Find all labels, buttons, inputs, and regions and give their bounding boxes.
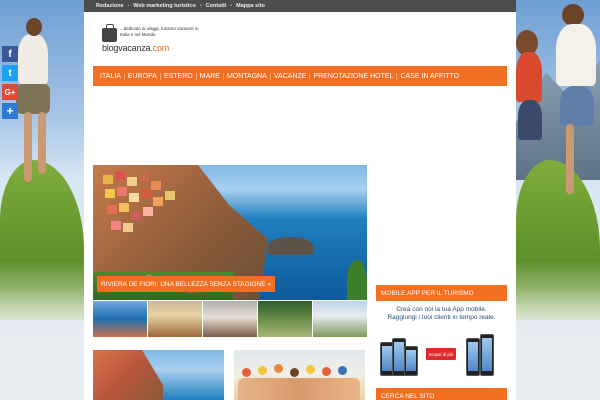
topbar-link-web-marketing[interactable]: Web marketing turistico bbox=[133, 3, 196, 9]
topbar-link-mappa-sito[interactable]: Mappa sito bbox=[236, 3, 265, 9]
topbar-separator: • bbox=[230, 3, 233, 9]
featured-caption-text: RIVIERA DE FIORI: UNA BELLEZZA SENZA STA… bbox=[101, 280, 266, 288]
mobile-app-banner[interactable]: Crea con noi la tua App mobile. Raggiung… bbox=[376, 302, 507, 378]
slider-thumbnail[interactable] bbox=[148, 301, 202, 337]
nav-item-europa[interactable]: EUROPA bbox=[125, 72, 161, 80]
phones-illustration: Scopri di più bbox=[380, 332, 504, 376]
slider-thumbnail[interactable] bbox=[93, 301, 147, 337]
nav-item-montagna[interactable]: MONTAGNA bbox=[224, 72, 271, 80]
share-more-button[interactable]: + bbox=[2, 103, 18, 119]
slider-thumbnails bbox=[93, 301, 367, 337]
topbar-link-redazione[interactable]: Redazione bbox=[96, 3, 124, 9]
background-right-image bbox=[516, 0, 600, 400]
nav-item-vacanze[interactable]: VACANZE bbox=[271, 72, 311, 80]
article-card-image[interactable] bbox=[93, 350, 224, 400]
site-logo[interactable]: ...dedicato ai viaggi, turismo vacanze i… bbox=[94, 24, 199, 56]
widget-title-mobile-app: MOBILE APP PER IL TURISMO bbox=[376, 285, 507, 301]
topbar-separator: • bbox=[199, 3, 202, 9]
facebook-share-button[interactable]: f bbox=[2, 46, 18, 62]
topbar-link-contatti[interactable]: Contatti bbox=[206, 3, 227, 9]
facebook-icon: f bbox=[8, 48, 12, 60]
nav-item-italia[interactable]: ITALIA bbox=[97, 72, 125, 80]
topbar-separator: • bbox=[127, 3, 130, 9]
discover-more-button[interactable]: Scopri di più bbox=[426, 348, 456, 360]
logo-domain-suffix: .com bbox=[150, 43, 170, 53]
widget-title-search: CERCA NEL SITO bbox=[376, 388, 507, 400]
logo-tagline: ...dedicato ai viaggi, turismo vacanze i… bbox=[120, 26, 199, 37]
article-card-image[interactable] bbox=[234, 350, 365, 400]
slider-thumbnail[interactable] bbox=[203, 301, 257, 337]
nav-item-mare[interactable]: MARE bbox=[197, 72, 224, 80]
app-banner-line2: Raggiungi i tuoi clienti in tempo reale. bbox=[387, 314, 496, 321]
nav-item-prenotazione-hotel[interactable]: PRENOTAZIONE HOTEL bbox=[310, 72, 398, 80]
app-banner-line1: Crea con noi la tua App mobile. bbox=[396, 306, 487, 313]
featured-caption[interactable]: RIVIERA DE FIORI: UNA BELLEZZA SENZA STA… bbox=[97, 276, 276, 292]
nav-item-case-in-affitto[interactable]: CASE IN AFFITTO bbox=[397, 73, 462, 80]
logo-wordmark: blogvacanza.com bbox=[102, 43, 169, 53]
suitcase-icon bbox=[102, 24, 117, 42]
twitter-icon: t bbox=[8, 67, 12, 79]
share-plus-icon: + bbox=[6, 104, 14, 118]
logo-name: blogvacanza bbox=[102, 43, 151, 53]
slider-thumbnail[interactable] bbox=[313, 301, 367, 337]
slider-thumbnail[interactable] bbox=[258, 301, 312, 337]
featured-slider-image[interactable]: RIVIERA DE FIORI: UNA BELLEZZA SENZA STA… bbox=[93, 165, 367, 300]
google-plus-icon: G+ bbox=[4, 87, 16, 97]
twitter-share-button[interactable]: t bbox=[2, 65, 18, 81]
nav-item-estero[interactable]: ESTERO bbox=[161, 72, 197, 80]
caption-arrow-icon: » bbox=[267, 280, 272, 288]
google-plus-share-button[interactable]: G+ bbox=[2, 84, 18, 100]
main-content-column: Redazione • Web marketing turistico • Co… bbox=[84, 0, 516, 400]
main-navigation: ITALIA EUROPA ESTERO MARE MONTAGNA VACAN… bbox=[93, 66, 507, 86]
top-links-bar: Redazione • Web marketing turistico • Co… bbox=[84, 0, 516, 12]
social-share-bar: f t G+ + bbox=[2, 46, 18, 122]
